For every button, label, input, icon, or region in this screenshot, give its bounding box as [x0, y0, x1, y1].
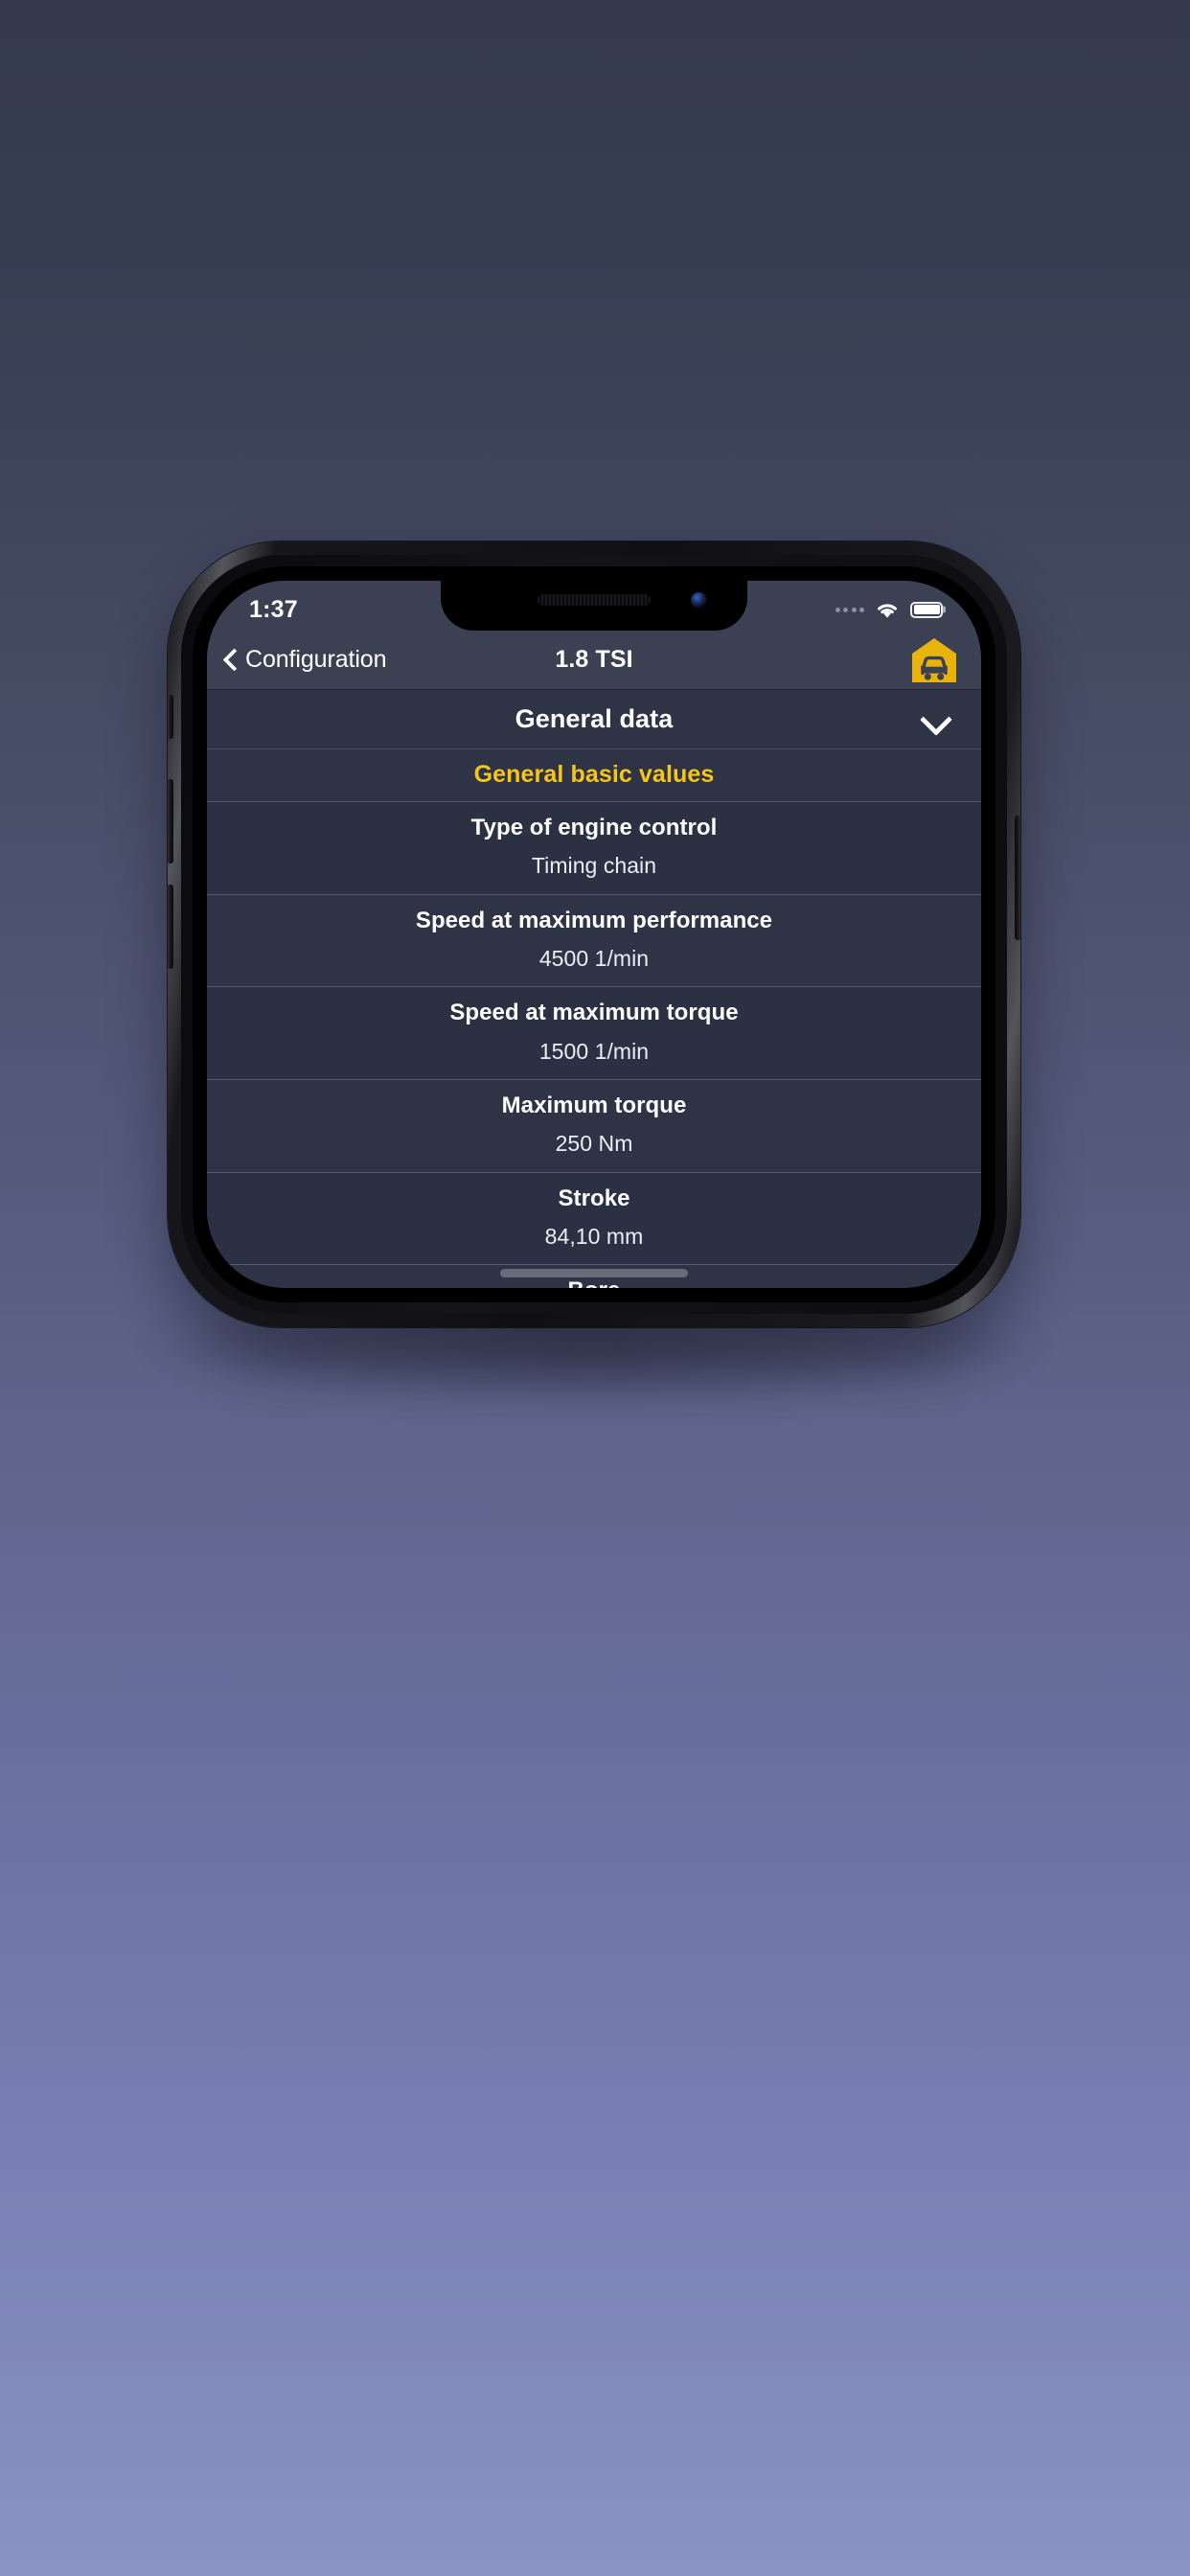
list-item-value: 1500 1/min: [538, 1038, 650, 1064]
list-item-label: Bore: [230, 1278, 958, 1288]
silent-switch-button[interactable]: [168, 695, 173, 739]
list-item-label: Stroke: [558, 1184, 630, 1211]
list-item-label: Type of engine control: [470, 815, 718, 840]
volume-down-button[interactable]: [168, 885, 173, 969]
device-notch: [441, 581, 747, 631]
back-button[interactable]: Configuration: [207, 646, 387, 674]
list-item[interactable]: Speed at maximum performance 4500 1/min: [207, 894, 981, 988]
page-title: 1.8 TSI: [555, 646, 633, 673]
chevron-left-icon: [223, 649, 237, 672]
phone-screen: 1:37 Configuration 1.8 TSI General data …: [207, 581, 981, 1288]
list-item[interactable]: Speed at maximum torque 1500 1/min: [207, 987, 981, 1081]
volume-up-button[interactable]: [168, 779, 173, 863]
chevron-down-icon[interactable]: [920, 709, 952, 728]
spec-list[interactable]: General basic values Type of engine cont…: [207, 749, 981, 1288]
list-item-label: Maximum torque: [501, 1092, 687, 1119]
earpiece-speaker: [538, 594, 651, 606]
list-item-value: Timing chain: [531, 853, 657, 879]
power-button[interactable]: [1015, 816, 1020, 940]
navigation-bar: Configuration 1.8 TSI: [207, 631, 981, 690]
back-button-label: Configuration: [245, 646, 387, 673]
status-bar-time: 1:37: [249, 595, 298, 623]
list-item-value: 84,10 mm: [544, 1224, 644, 1250]
status-bar-indicators: [835, 601, 943, 619]
list-item[interactable]: Maximum torque 250 Nm: [207, 1080, 981, 1173]
list-item-label: Speed at maximum performance: [415, 907, 773, 933]
phone-device-frame: 1:37 Configuration 1.8 TSI General data …: [168, 541, 1020, 1327]
list-item[interactable]: Stroke 84,10 mm: [207, 1172, 981, 1266]
list-item-value: 250 Nm: [555, 1131, 633, 1157]
cellular-dots-icon: [835, 607, 864, 612]
section-header-general-data[interactable]: General data: [207, 690, 981, 749]
list-item[interactable]: Type of engine control Timing chain: [207, 802, 981, 895]
garage-car-icon[interactable]: [908, 636, 960, 684]
list-group-header: General basic values: [207, 749, 981, 802]
home-indicator[interactable]: [500, 1269, 688, 1277]
front-camera-icon: [691, 592, 707, 609]
wifi-icon: [875, 601, 900, 619]
section-header-title: General data: [515, 704, 674, 733]
battery-full-icon: [910, 601, 943, 618]
list-item-value: 4500 1/min: [538, 946, 650, 972]
list-item-label: Speed at maximum torque: [449, 1000, 739, 1026]
list-group-header-label: General basic values: [473, 761, 715, 788]
